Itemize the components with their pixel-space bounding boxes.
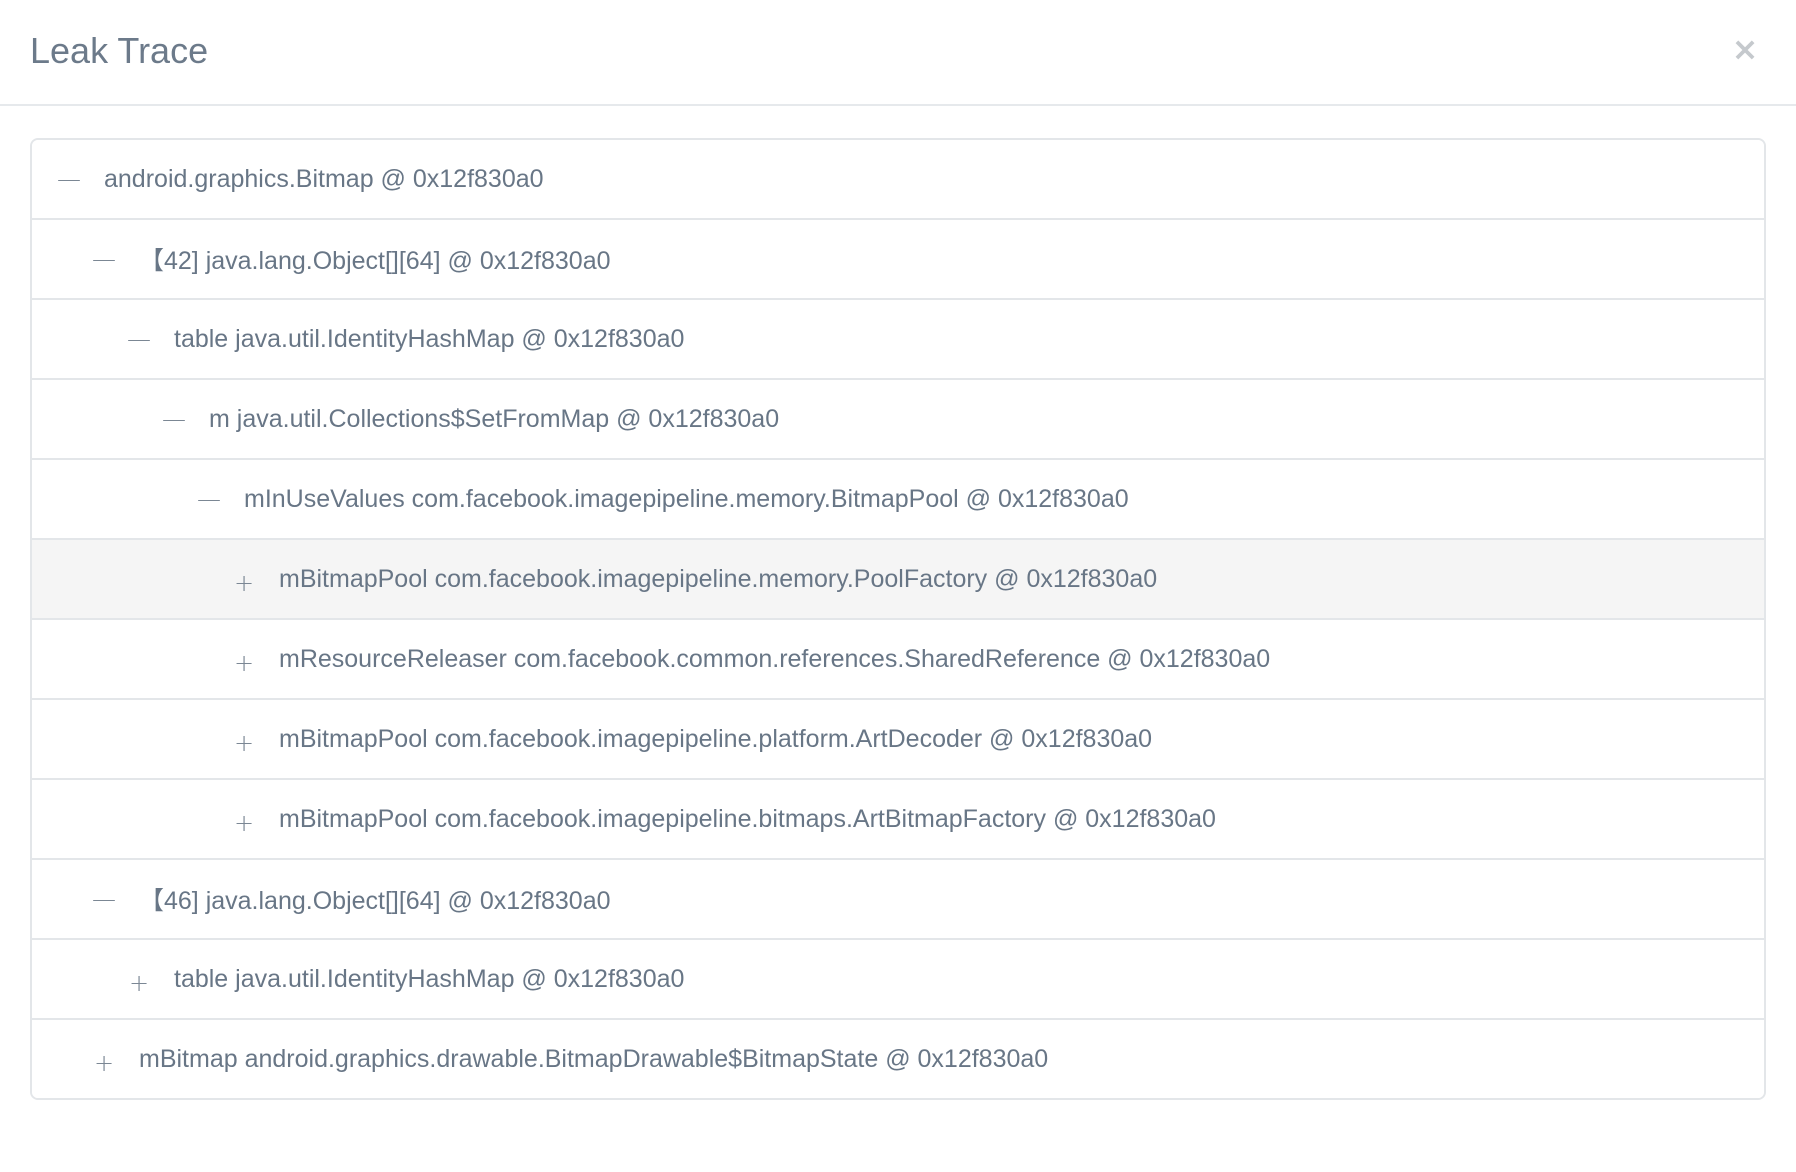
expand-toggle-icon[interactable]: + xyxy=(231,570,257,596)
tree-row[interactable]: — android.graphics.Bitmap @ 0x12f830a0 xyxy=(32,140,1764,220)
tree-row-label: mBitmap android.graphics.drawable.Bitmap… xyxy=(139,1044,1049,1073)
tree-row[interactable]: + mBitmapPool com.facebook.imagepipeline.… xyxy=(32,540,1764,620)
tree-row-label: 【42] java.lang.Object[][64] @ 0x12f830a0 xyxy=(139,247,611,275)
collapse-toggle-icon[interactable]: — xyxy=(161,406,187,432)
tree-row[interactable]: + mResourceReleaser com.facebook.common.r… xyxy=(32,620,1764,700)
expand-toggle-icon[interactable]: + xyxy=(126,970,152,996)
tree-row[interactable]: + mBitmapPool com.facebook.imagepipeline.… xyxy=(32,780,1764,860)
tree-row[interactable]: + mBitmap android.graphics.drawable.Bitma… xyxy=(32,1020,1764,1098)
tree-row-label: android.graphics.Bitmap @ 0x12f830a0 xyxy=(104,164,544,193)
tree-row[interactable]: + mBitmapPool com.facebook.imagepipeline.… xyxy=(32,700,1764,780)
collapse-toggle-icon[interactable]: — xyxy=(91,886,117,912)
tree-row-label: mBitmapPool com.facebook.imagepipeline.b… xyxy=(279,804,1216,833)
leak-trace-dialog: Leak Trace × — android.graphics.Bitmap @ … xyxy=(0,0,1796,1172)
tree-row-label: mBitmapPool com.facebook.imagepipeline.m… xyxy=(279,564,1158,593)
close-icon[interactable]: × xyxy=(1720,24,1770,74)
collapse-toggle-icon[interactable]: — xyxy=(91,246,117,272)
collapse-toggle-icon[interactable]: — xyxy=(196,486,222,512)
tree-row-label: mInUseValues com.facebook.imagepipeline.… xyxy=(244,484,1129,513)
tree-row[interactable]: — m java.util.Collections$SetFromMap @ 0x… xyxy=(32,380,1764,460)
collapse-toggle-icon[interactable]: — xyxy=(56,166,82,192)
tree-row[interactable]: + table java.util.IdentityHashMap @ 0x12f… xyxy=(32,940,1764,1020)
tree-row[interactable]: — mInUseValues com.facebook.imagepipeline… xyxy=(32,460,1764,540)
leak-trace-tree: — android.graphics.Bitmap @ 0x12f830a0 — 【4… xyxy=(30,138,1766,1100)
tree-row-label: mBitmapPool com.facebook.imagepipeline.p… xyxy=(279,724,1153,753)
tree-row[interactable]: — 【46] java.lang.Object[][64] @ 0x12f830a… xyxy=(32,860,1764,940)
tree-row-label: m java.util.Collections$SetFromMap @ 0x1… xyxy=(209,404,780,433)
tree-row[interactable]: — 【42] java.lang.Object[][64] @ 0x12f830a… xyxy=(32,220,1764,300)
expand-toggle-icon[interactable]: + xyxy=(91,1050,117,1076)
collapse-toggle-icon[interactable]: — xyxy=(126,326,152,352)
expand-toggle-icon[interactable]: + xyxy=(231,730,257,756)
tree-row-label: 【46] java.lang.Object[][64] @ 0x12f830a0 xyxy=(139,887,611,915)
expand-toggle-icon[interactable]: + xyxy=(231,650,257,676)
tree-row-label: table java.util.IdentityHashMap @ 0x12f8… xyxy=(174,324,685,353)
tree-row-label: mResourceReleaser com.facebook.common.re… xyxy=(279,644,1271,673)
dialog-title: Leak Trace xyxy=(30,30,209,71)
dialog-header: Leak Trace × xyxy=(0,0,1796,106)
tree-row[interactable]: — table java.util.IdentityHashMap @ 0x12f… xyxy=(32,300,1764,380)
tree-row-label: table java.util.IdentityHashMap @ 0x12f8… xyxy=(174,964,685,993)
expand-toggle-icon[interactable]: + xyxy=(231,810,257,836)
